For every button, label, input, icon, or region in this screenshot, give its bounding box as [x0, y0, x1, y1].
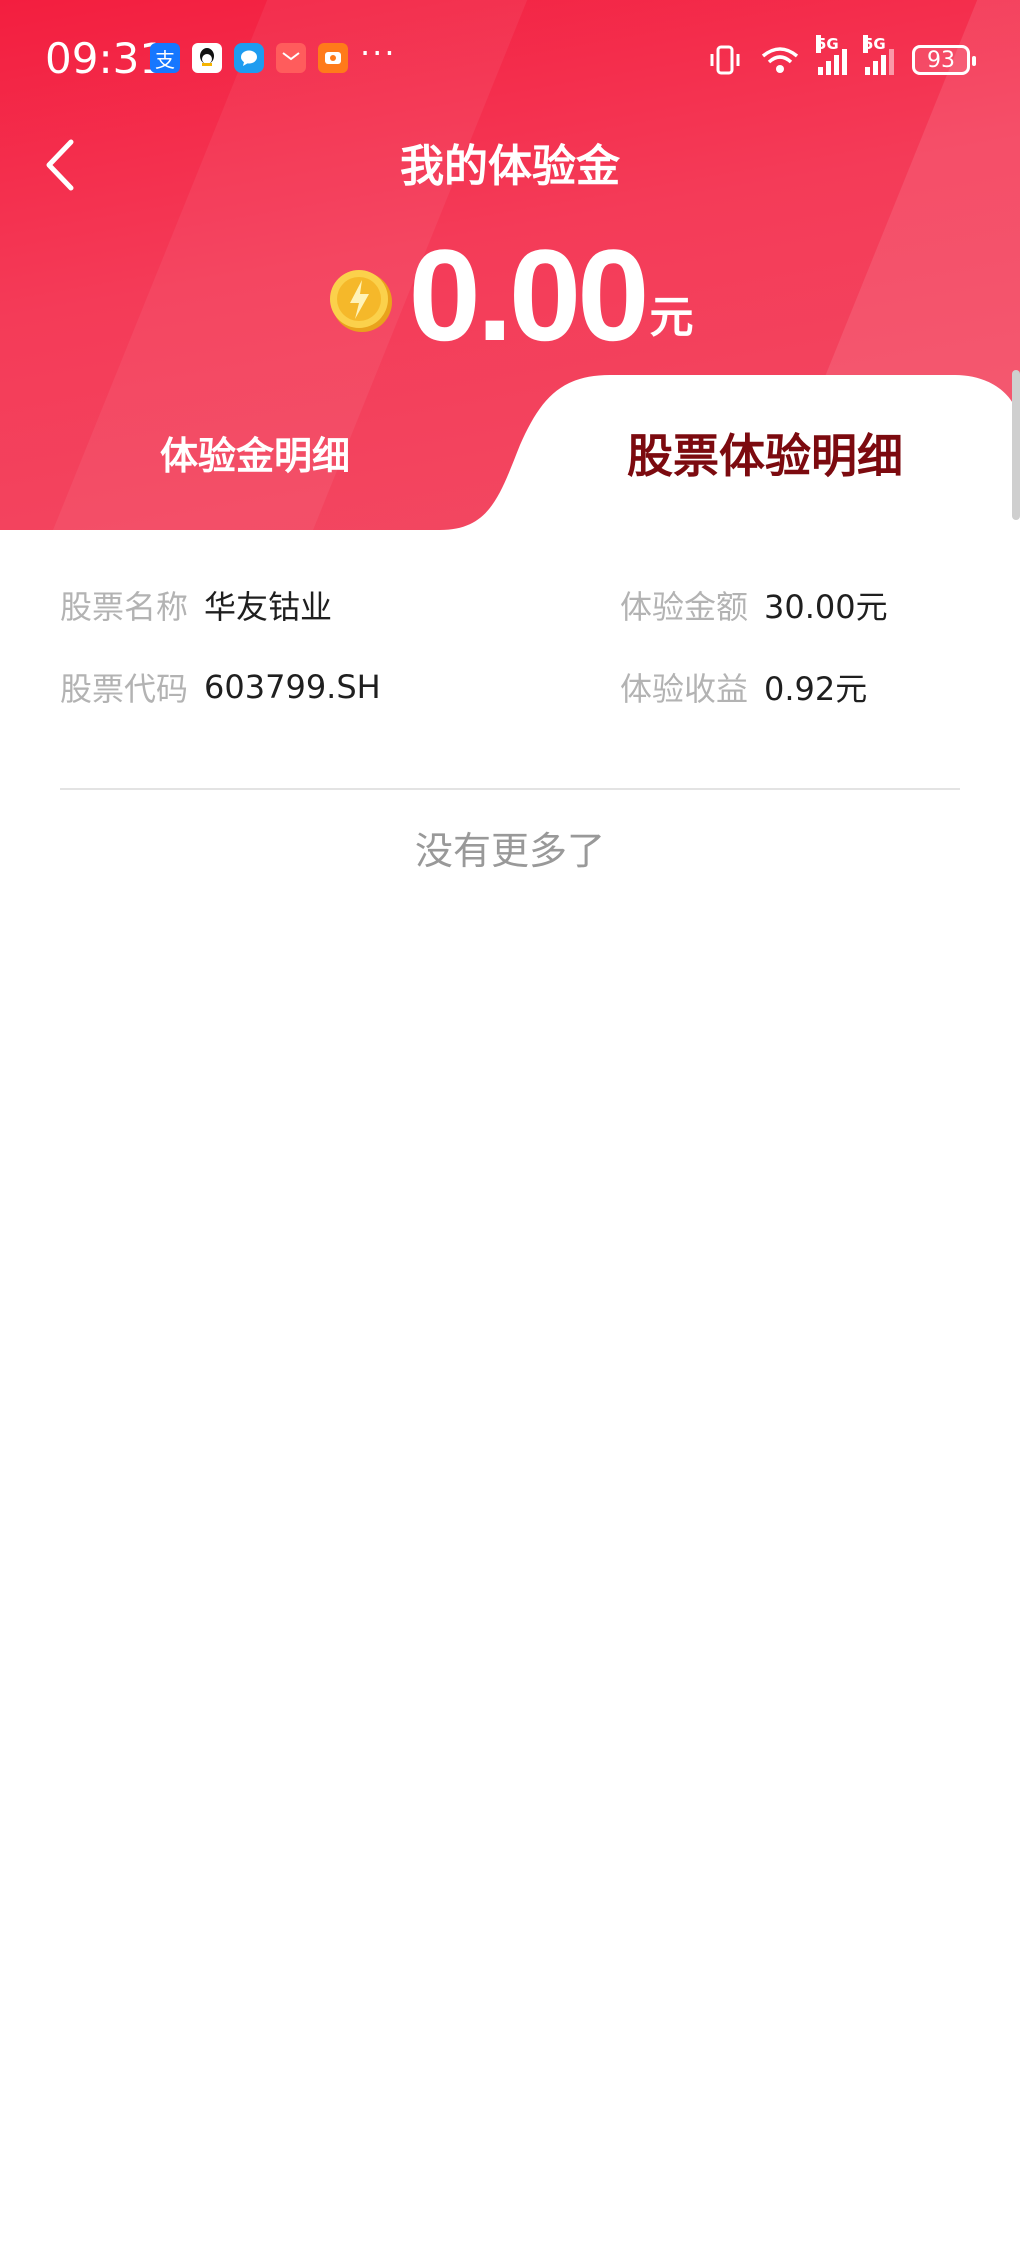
stock-code-value: 603799.SH [204, 668, 381, 706]
experience-amount-label: 体验金额 [620, 588, 749, 626]
signal-5g-icon: 5G [863, 35, 894, 75]
tab-bar: 体验金明细 股票体验明细 [0, 375, 1020, 530]
stock-code-field: 股票代码 603799.SH [60, 662, 381, 712]
stock-name-field: 股票名称 华友钴业 [60, 580, 332, 630]
mail-app-icon [276, 43, 306, 73]
page-title: 我的体验金 [400, 141, 620, 192]
stock-name-value: 华友钴业 [204, 588, 333, 626]
experience-amount-value: 30.00元 [764, 588, 888, 626]
message-icon [234, 43, 264, 73]
stock-code-label: 股票代码 [60, 670, 189, 708]
app-notification-icon [318, 43, 348, 73]
alipay-icon: 支 [150, 43, 180, 73]
divider [60, 788, 960, 790]
stock-name-label: 股票名称 [60, 588, 189, 626]
balance-amount: 0.00 [408, 222, 649, 368]
balance-display: 0.00 元 [0, 222, 1020, 368]
experience-profit-value: 0.92元 [764, 670, 868, 708]
status-bar: 09:31 支 ··· 5G 5G 93 [0, 0, 1020, 118]
battery-icon: 93 [912, 45, 976, 75]
scrollbar[interactable] [1012, 370, 1020, 520]
signal-5g-icon: 5G [816, 35, 847, 75]
more-notifications-icon: ··· [360, 34, 397, 72]
status-icons: 5G 5G 93 [708, 35, 976, 80]
vibrate-icon [710, 45, 740, 75]
experience-amount-field: 体验金额 30.00元 [620, 580, 888, 630]
status-time: 09:31 [45, 34, 167, 83]
tab-stock-experience-detail[interactable]: 股票体验明细 [520, 375, 1010, 530]
header: 09:31 支 ··· 5G 5G 93 我的体验金 0.00 元 体验金明细 … [0, 0, 1020, 530]
no-more-text: 没有更多了 [414, 829, 605, 873]
balance-unit: 元 [649, 292, 694, 343]
experience-profit-field: 体验收益 0.92元 [620, 662, 867, 712]
qq-icon [192, 43, 222, 73]
tab-experience-gold-detail[interactable]: 体验金明细 [0, 375, 510, 530]
experience-profit-label: 体验收益 [620, 670, 749, 708]
coin-icon [330, 270, 393, 332]
wifi-icon [761, 47, 799, 73]
